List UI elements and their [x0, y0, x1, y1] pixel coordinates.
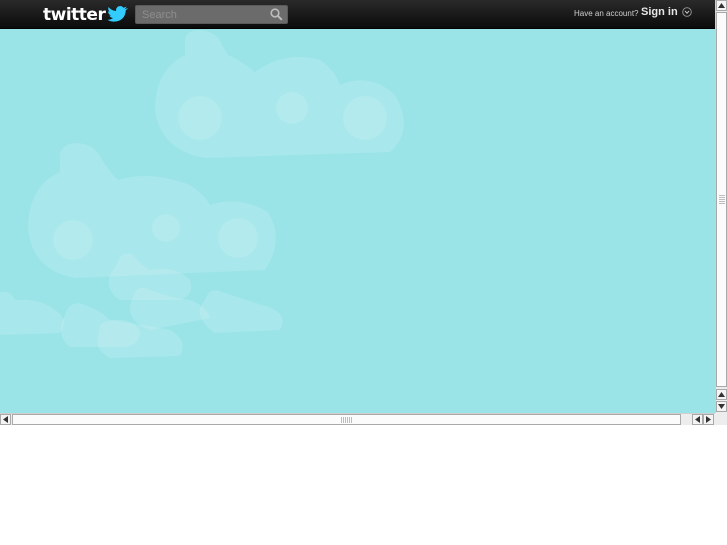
search-input[interactable] — [136, 6, 272, 23]
search-box[interactable] — [135, 5, 288, 24]
scroll-left-button[interactable] — [0, 414, 11, 425]
cloud-background — [0, 30, 715, 413]
horizontal-scroll-thumb[interactable] — [12, 414, 681, 425]
logo-wordmark: twitter — [43, 5, 106, 25]
chevron-down-icon — [681, 7, 692, 17]
scroll-up-button[interactable] — [716, 0, 727, 11]
search-icon[interactable] — [270, 8, 283, 21]
arrow-left-icon — [695, 416, 700, 423]
scroll-up-button-lower[interactable] — [716, 389, 727, 400]
arrow-down-icon — [718, 404, 725, 409]
account-prompt: Have an account? — [574, 9, 639, 18]
signin-button[interactable]: Sign in — [641, 6, 692, 18]
arrow-left-icon — [3, 416, 8, 423]
scrollbar-corner — [715, 413, 727, 425]
top-navigation-bar: twitter Have an account? Sign in — [0, 0, 715, 29]
scroll-right-button[interactable] — [703, 414, 714, 425]
vertical-scrollbar[interactable] — [715, 0, 727, 413]
arrow-right-icon — [706, 416, 711, 423]
horizontal-scrollbar[interactable] — [0, 413, 715, 425]
vertical-scroll-thumb[interactable] — [716, 12, 727, 387]
signin-label: Sign in — [641, 6, 678, 18]
twitter-bird-icon — [107, 6, 129, 22]
twitter-logo[interactable]: twitter — [43, 4, 129, 26]
arrow-up-icon — [718, 3, 725, 8]
page-viewport — [0, 0, 715, 413]
scroll-left-button-right[interactable] — [692, 414, 703, 425]
grip-icon — [719, 195, 725, 205]
scroll-down-button[interactable] — [716, 401, 727, 412]
grip-icon — [341, 417, 353, 423]
arrow-up-icon — [718, 392, 725, 397]
